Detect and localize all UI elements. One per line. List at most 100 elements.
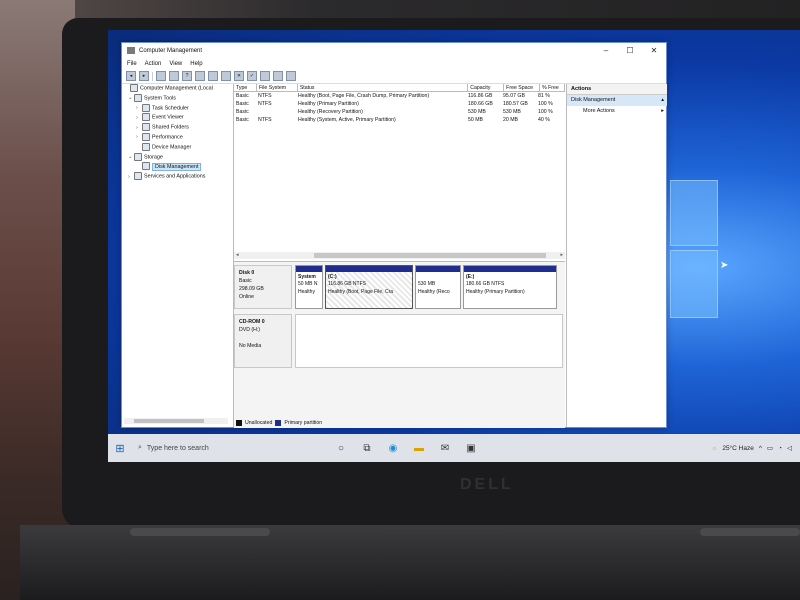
cdrom-row: CD-ROM 0 DVD (H:) No Media (234, 314, 563, 368)
computer-icon (130, 84, 138, 92)
cortana-icon[interactable]: ○ (328, 443, 354, 454)
partition-size: 180.66 GB NTFS (466, 281, 505, 288)
cell-status: Healthy (Recovery Partition) (298, 109, 363, 115)
menu-help[interactable]: Help (190, 61, 202, 67)
cell-percent-free: 100 % (538, 101, 553, 107)
up-folder-icon[interactable] (156, 71, 166, 81)
check-icon[interactable]: ✓ (247, 71, 257, 81)
actions-header: Actions (567, 84, 667, 95)
actions-disk-management[interactable]: Disk Management ▴ (567, 95, 667, 106)
scrollbar-thumb[interactable] (314, 253, 546, 258)
partition-status: Healthy (Reco (418, 288, 450, 295)
battery-icon[interactable]: ▭ (767, 444, 773, 452)
partition-system[interactable]: System 50 MB N Healthy (295, 265, 323, 309)
open-folder-icon[interactable] (260, 71, 270, 81)
title-bar[interactable]: Computer Management – ☐ ✕ (122, 43, 666, 58)
tray-chevron-icon[interactable]: ^ (759, 445, 762, 452)
cell-type: Basic (236, 93, 249, 99)
scrollbar-thumb[interactable] (134, 419, 204, 423)
more-actions[interactable]: More Actions ▸ (567, 106, 667, 117)
console-icon[interactable] (208, 71, 218, 81)
cell-status: Healthy (Boot, Page File, Crash Dump, Pr… (298, 93, 430, 99)
legend: Unallocated Primary partition (236, 420, 322, 426)
cell-type: Basic (236, 117, 249, 123)
laptop-hinge-left (130, 528, 270, 536)
column-header-capacity[interactable]: Capacity (468, 84, 505, 92)
menu-action[interactable]: Action (145, 61, 162, 67)
properties-icon[interactable] (195, 71, 205, 81)
weather-text[interactable]: 25°C Haze (722, 445, 754, 452)
maximize-button[interactable]: ☐ (618, 46, 642, 55)
column-header-file-system[interactable]: File System (256, 84, 298, 92)
table-row[interactable]: Basic NTFS Healthy (Boot, Page File, Cra… (234, 92, 565, 100)
table-header: Type File System Status Capacity Free Sp… (234, 84, 565, 92)
computer-management-taskbar-icon[interactable]: ▣ (458, 443, 484, 454)
tree-item-disk-management[interactable]: Disk Management (122, 162, 233, 172)
tree-item-computer-management[interactable]: Computer Management (Local (122, 84, 233, 94)
column-header-type[interactable]: Type (234, 84, 257, 92)
partition-size: 530 MB (418, 281, 436, 288)
column-header-free-space[interactable]: Free Space (504, 84, 541, 92)
menu-view[interactable]: View (169, 61, 182, 67)
tree-item-event-viewer[interactable]: › Event Viewer (122, 113, 233, 123)
cell-capacity: 180.66 GB (468, 101, 493, 107)
tree-horizontal-scrollbar[interactable] (124, 418, 228, 424)
folder-icon (142, 123, 150, 132)
volume-horizontal-scrollbar[interactable]: ◂ ▸ (234, 252, 565, 259)
tree-item-task-scheduler[interactable]: › Task Scheduler (122, 103, 233, 114)
delete-icon[interactable]: ✕ (234, 71, 244, 81)
cdrom-label[interactable]: CD-ROM 0 DVD (H:) No Media (234, 314, 292, 368)
search-icon: ⌕ (138, 444, 142, 451)
search-icon[interactable] (273, 71, 283, 81)
list-icon[interactable] (286, 71, 296, 81)
volume-table: Type File System Status Capacity Free Sp… (234, 84, 565, 254)
partition-c[interactable]: (C:) 116.86 GB NTFS Healthy (Boot, Page Fi… (325, 265, 413, 309)
disk-0-label[interactable]: Disk 0 Basic 298.09 GB Online (234, 265, 292, 309)
weather-icon[interactable]: ☼ (711, 445, 717, 452)
more-actions-label: More Actions (583, 108, 615, 114)
file-explorer-icon[interactable]: ▬ (406, 443, 432, 454)
partition-recovery[interactable]: 530 MB Healthy (Reco (415, 265, 461, 309)
tree-item-storage[interactable]: ⌄ Storage (122, 152, 233, 163)
back-icon[interactable]: ◂ (126, 71, 136, 81)
disk-size: 298.09 GB (239, 286, 264, 292)
partition-title (418, 274, 458, 281)
edge-icon[interactable]: ◉ (380, 443, 406, 454)
forward-icon[interactable]: ▸ (139, 71, 149, 81)
cell-file-system: NTFS (258, 117, 272, 123)
chevron-up-icon[interactable]: ▴ (661, 95, 664, 106)
cell-capacity: 116.86 GB (468, 93, 493, 99)
start-button[interactable]: ⊞ (108, 442, 132, 455)
minimize-button[interactable]: – (594, 46, 618, 55)
close-button[interactable]: ✕ (642, 46, 666, 55)
menu-bar: File Action View Help (122, 58, 666, 69)
mail-icon[interactable]: ✉ (432, 443, 458, 454)
table-row[interactable]: Basic Healthy (Recovery Partition) 530 M… (234, 108, 565, 116)
tools-icon (134, 93, 142, 102)
connect-icon[interactable] (221, 71, 231, 81)
scroll-left-icon[interactable]: ◂ (236, 252, 239, 258)
tree-item-shared-folders[interactable]: › Shared Folders (122, 123, 233, 133)
tree-item-device-manager[interactable]: Device Manager (122, 142, 233, 153)
disk-management-pane: Type File System Status Capacity Free Sp… (234, 84, 565, 428)
help-icon[interactable]: ? (182, 71, 192, 81)
column-header-status[interactable]: Status (297, 84, 469, 92)
task-view-icon[interactable]: ⧉ (354, 443, 380, 454)
scroll-right-icon[interactable]: ▸ (560, 252, 563, 258)
network-icon[interactable]: ◔ (778, 445, 782, 452)
volume-icon[interactable]: ◁ (787, 444, 792, 452)
cell-file-system: NTFS (258, 101, 272, 107)
tree-item-services-applications[interactable]: › Services and Applications (122, 172, 233, 182)
navigation-tree: Computer Management (Local ⌄ System Tools… (122, 84, 234, 427)
search-placeholder: Type here to search (146, 444, 209, 452)
cell-capacity: 530 MB (468, 109, 486, 115)
tree-item-performance[interactable]: › Performance (122, 132, 233, 143)
show-hide-tree-icon[interactable] (169, 71, 179, 81)
table-row[interactable]: Basic NTFS Healthy (System, Active, Prim… (234, 116, 565, 124)
menu-file[interactable]: File (127, 61, 137, 67)
taskbar-search[interactable]: ⌕ Type here to search (132, 438, 328, 458)
column-header-percent-free[interactable]: % Free (540, 84, 565, 92)
partition-e[interactable]: (E:) 180.66 GB NTFS Healthy (Primary Parti… (463, 265, 557, 309)
table-row[interactable]: Basic NTFS Healthy (Primary Partition) 1… (234, 100, 565, 108)
tree-item-system-tools[interactable]: ⌄ System Tools (122, 93, 233, 104)
